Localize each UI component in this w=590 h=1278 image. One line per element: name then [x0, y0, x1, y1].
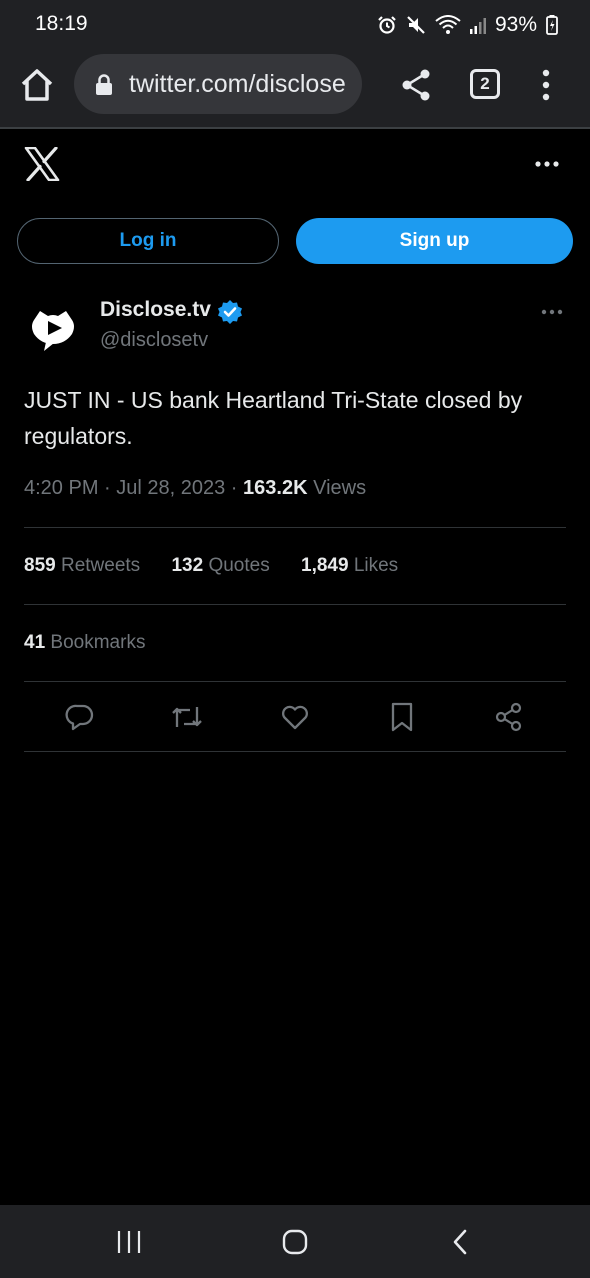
share-icon — [495, 702, 522, 732]
more-horizontal-icon[interactable] — [541, 308, 563, 316]
divider — [24, 681, 566, 682]
author-name[interactable]: Disclose.tv — [100, 298, 211, 322]
mute-icon — [407, 16, 425, 34]
tweet-date[interactable]: Jul 28, 2023 — [116, 477, 225, 499]
signup-button[interactable]: Sign up — [296, 218, 573, 264]
engagement-stats: 859 Retweets 132 Quotes 1,849 Likes — [24, 555, 424, 577]
tweet-meta: 4:20 PM · Jul 28, 2023 · 163.2K Views — [24, 477, 366, 500]
views-label: Views — [307, 477, 367, 499]
home-nav-icon[interactable] — [281, 1227, 309, 1257]
verified-badge-icon — [218, 300, 242, 324]
retweets-stat[interactable]: 859 Retweets — [24, 555, 140, 576]
disclose-logo-icon — [32, 311, 74, 351]
retweet-button[interactable] — [168, 698, 206, 736]
login-button[interactable]: Log in — [17, 218, 279, 264]
meta-separator: · — [225, 477, 244, 499]
divider — [24, 751, 566, 752]
share-tweet-button[interactable] — [490, 698, 528, 736]
status-icons: 93% — [377, 12, 558, 38]
author-handle[interactable]: @disclosetv — [100, 329, 208, 352]
tab-switcher-button[interactable]: 2 — [470, 69, 500, 99]
x-logo-icon[interactable] — [24, 147, 60, 181]
tweet-text: JUST IN - US bank Heartland Tri-State cl… — [24, 387, 523, 449]
divider — [24, 527, 566, 528]
more-horizontal-icon[interactable] — [534, 160, 560, 168]
divider — [24, 604, 566, 605]
signal-icon — [469, 18, 486, 34]
like-button[interactable] — [276, 698, 314, 736]
meta-separator: · — [98, 477, 117, 499]
battery-icon — [546, 15, 558, 35]
back-icon[interactable] — [448, 1227, 472, 1257]
lock-icon — [96, 74, 112, 95]
avatar[interactable] — [24, 298, 82, 356]
more-vert-icon[interactable] — [536, 69, 556, 101]
browser-toolbar: twitter.com/disclose 2 — [0, 48, 590, 129]
bookmark-button[interactable] — [383, 698, 421, 736]
tweet-actions — [0, 698, 590, 736]
share-icon[interactable] — [400, 67, 432, 103]
recent-apps-icon[interactable] — [116, 1227, 142, 1257]
home-icon[interactable] — [18, 66, 56, 104]
heart-icon — [282, 705, 308, 730]
alarm-icon — [378, 16, 396, 34]
tweet-time[interactable]: 4:20 PM — [24, 477, 98, 499]
battery-level: 93% — [494, 13, 537, 36]
reply-icon — [65, 704, 94, 731]
quotes-stat[interactable]: 132 Quotes — [171, 555, 269, 576]
reply-button[interactable] — [61, 698, 99, 736]
url-text: twitter.com/disclose — [129, 70, 346, 98]
status-time: 18:19 — [35, 12, 88, 35]
status-bar: 18:19 93% — [0, 0, 590, 48]
likes-stat[interactable]: 1,849 Likes — [301, 555, 398, 576]
system-nav-bar — [0, 1205, 590, 1278]
bookmarks-stat[interactable]: 41 Bookmarks — [24, 632, 145, 654]
bookmark-icon — [391, 702, 413, 732]
wifi-icon — [435, 15, 461, 34]
retweet-icon — [172, 707, 202, 727]
views-count: 163.2K — [243, 477, 308, 499]
address-bar[interactable]: twitter.com/disclose — [74, 54, 362, 114]
